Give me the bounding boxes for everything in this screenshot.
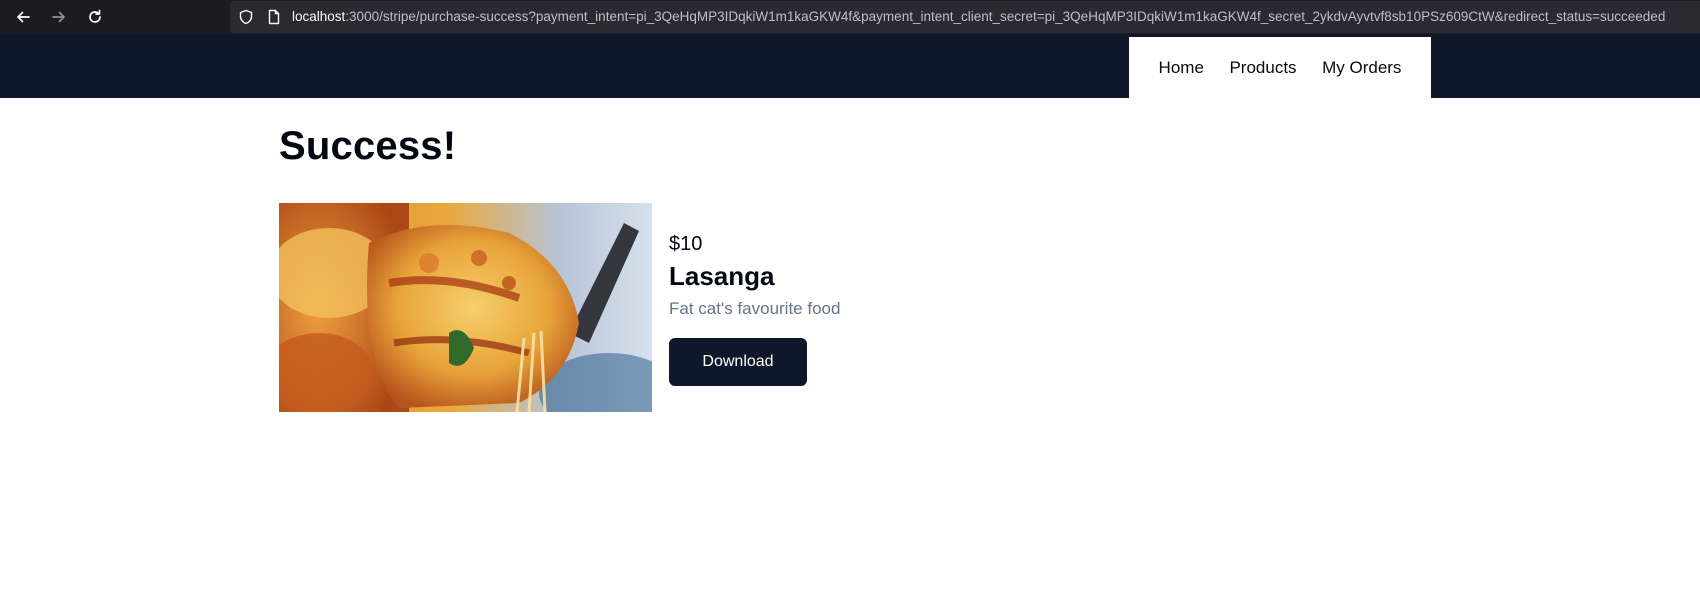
url-text[interactable]: localhost:3000/stripe/purchase-success?p… <box>292 1 1696 33</box>
page-title: Success! <box>279 124 457 168</box>
address-bar[interactable]: localhost:3000/stripe/purchase-success?p… <box>230 1 1700 33</box>
nav-link-home[interactable]: Home <box>1159 58 1204 78</box>
product-price: $10 <box>669 233 703 255</box>
nav-link-products[interactable]: Products <box>1229 58 1296 78</box>
site-header <box>0 34 1700 98</box>
product-description: Fat cat's favourite food <box>669 299 841 318</box>
product-name: Lasanga <box>669 261 775 291</box>
back-arrow-icon[interactable] <box>12 6 34 28</box>
nav-link-my-orders[interactable]: My Orders <box>1322 58 1401 78</box>
main-nav: Home Products My Orders <box>1129 37 1431 98</box>
reload-icon[interactable] <box>84 6 106 28</box>
url-host: localhost <box>292 9 346 24</box>
url-path: :3000/stripe/purchase-success?payment_in… <box>345 9 1666 24</box>
download-button[interactable]: Download <box>669 338 807 386</box>
forward-arrow-icon[interactable] <box>48 6 70 28</box>
page-info-icon[interactable] <box>266 9 282 25</box>
shield-icon[interactable] <box>238 9 254 25</box>
product-image <box>279 203 652 412</box>
browser-toolbar: localhost:3000/stripe/purchase-success?p… <box>0 0 1700 34</box>
